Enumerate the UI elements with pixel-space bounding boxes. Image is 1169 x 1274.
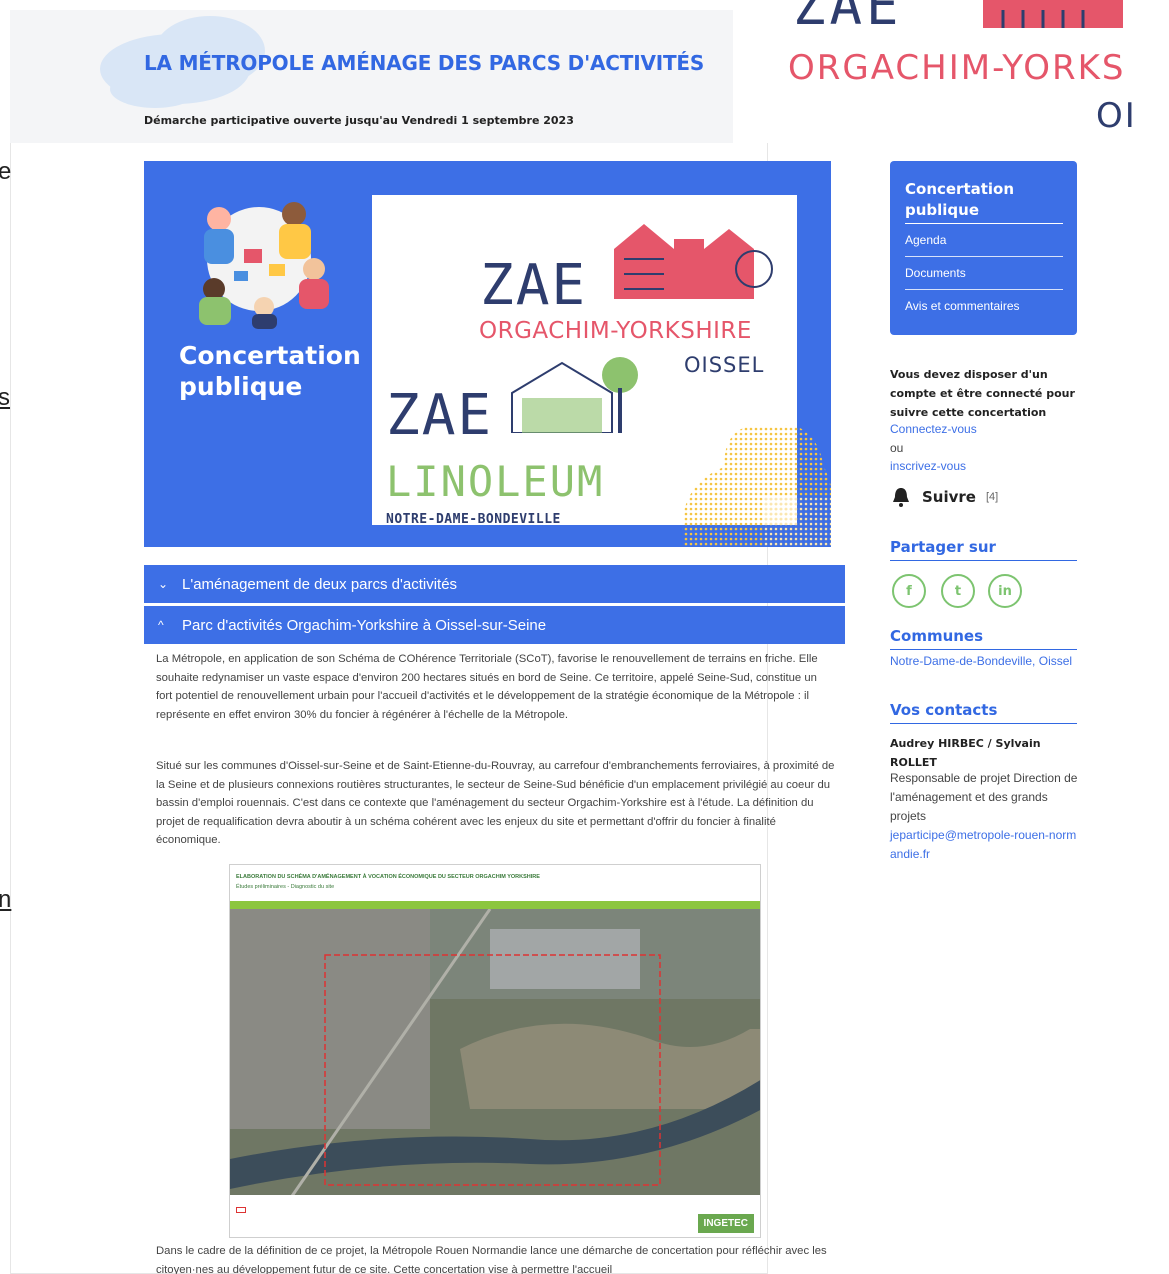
card-zae-text-2: ZAE bbox=[386, 383, 494, 448]
chevron-up-icon: ^ bbox=[158, 618, 164, 632]
facebook-icon[interactable]: f bbox=[892, 574, 926, 608]
clipped-link-fragment[interactable]: s bbox=[0, 384, 10, 412]
hero-heading-line2: publique bbox=[179, 372, 303, 401]
logo-oissel-text: OI bbox=[1096, 96, 1137, 136]
map-green-bar bbox=[230, 901, 760, 909]
concertation-nav-box: Concertation publique Agenda Documents A… bbox=[890, 161, 1077, 335]
hero-banner: Concertation publique ZAE ORGACHIM-YORKS… bbox=[144, 161, 831, 547]
body-paragraph: Situé sur les communes d'Oissel-sur-Sein… bbox=[156, 760, 835, 846]
yellow-dots-decoration bbox=[682, 425, 831, 547]
follow-count: [4] bbox=[985, 491, 999, 503]
card-oissel-text: OISSEL bbox=[684, 353, 765, 377]
cloud-decoration bbox=[110, 70, 200, 108]
card-linoleum-text: LINOLEUM bbox=[386, 457, 605, 506]
page-title: LA MÉTROPOLE AMÉNAGE DES PARCS D'ACTIVIT… bbox=[144, 51, 705, 75]
ingetec-logo: INGETEC bbox=[697, 1214, 754, 1233]
or-text: ou bbox=[890, 441, 904, 455]
register-link[interactable]: inscrivez-vous bbox=[890, 459, 966, 473]
aerial-map-image: ELABORATION DU SCHÉMA D'AMÉNAGEMENT À VO… bbox=[229, 864, 761, 1238]
hero-heading: Concertation publique bbox=[179, 340, 361, 402]
nav-link-documents[interactable]: Documents bbox=[905, 257, 1063, 290]
contact-email-link[interactable]: jeparticipe@metropole-rouen-normandie.fr bbox=[890, 826, 1080, 864]
contact-role: Responsable de projet Direction de l'amé… bbox=[890, 771, 1078, 823]
nav-link-avis[interactable]: Avis et commentaires bbox=[905, 290, 1063, 322]
follow-label: Suivre bbox=[922, 488, 976, 506]
accordion-item-orgachim[interactable]: ^ Parc d'activités Orgachim-Yorkshire à … bbox=[144, 606, 845, 644]
accordion-label: L'aménagement de deux parcs d'activités bbox=[182, 575, 458, 593]
card-notre-dame-text: NOTRE-DAME-BONDEVILLE bbox=[386, 512, 561, 527]
twitter-icon[interactable]: t bbox=[941, 574, 975, 608]
legend-swatch bbox=[236, 1207, 246, 1213]
contacts-section-title: Vos contacts bbox=[890, 701, 1077, 724]
logo-zae-text: ZAE bbox=[793, 0, 903, 37]
communes-links[interactable]: Notre-Dame-de-Bondeville, Oissel bbox=[890, 652, 1080, 671]
clipped-link-fragment[interactable]: n bbox=[0, 886, 11, 914]
hero-heading-line1: Concertation bbox=[179, 341, 361, 370]
map-legend: INGETEC bbox=[230, 1195, 760, 1237]
logo-orgachim-text: ORGACHIM-YORKS bbox=[788, 48, 1126, 88]
body-paragraph: La Métropole, en application de son Sché… bbox=[156, 653, 818, 721]
people-illustration bbox=[199, 202, 329, 329]
map-subtitle: Études préliminaires - Diagnostic du sit… bbox=[236, 884, 335, 890]
green-house-icon bbox=[511, 357, 638, 433]
share-section-title: Partager sur bbox=[890, 538, 1077, 561]
nav-box-title: Concertation publique bbox=[905, 179, 1063, 224]
card-orgachim-text: ORGACHIM-YORKSHIRE bbox=[479, 318, 752, 344]
zae-logo-fragment: ZAE ORGACHIM-YORKS OI bbox=[733, 0, 1169, 143]
house-logo-icon bbox=[983, 0, 1123, 28]
contact-name: Audrey HIRBEC / Sylvain ROLLET bbox=[890, 737, 1041, 769]
follow-button[interactable]: Suivre [4] bbox=[890, 486, 998, 508]
accordion-label: Parc d'activités Orgachim-Yorkshire à Oi… bbox=[182, 616, 547, 634]
bell-icon bbox=[893, 488, 909, 507]
card-zae-text: ZAE bbox=[480, 253, 588, 318]
accordion-item-amenagement[interactable]: ⌄ L'aménagement de deux parcs d'activité… bbox=[144, 565, 845, 603]
map-header: ELABORATION DU SCHÉMA D'AMÉNAGEMENT À VO… bbox=[230, 865, 760, 901]
chevron-down-icon: ⌄ bbox=[158, 577, 169, 591]
nav-link-agenda[interactable]: Agenda bbox=[905, 224, 1063, 257]
clipped-text-fragment: e bbox=[0, 158, 12, 185]
aerial-photo bbox=[230, 909, 760, 1199]
page-subtitle: Démarche participative ouverte jusqu'au … bbox=[144, 114, 574, 127]
body-paragraph: Dans le cadre de la définition de ce pro… bbox=[156, 1245, 827, 1274]
connect-link[interactable]: Connectez-vous bbox=[890, 422, 977, 436]
communes-section-title: Communes bbox=[890, 627, 1077, 650]
pink-houses-icon bbox=[614, 224, 773, 299]
map-title: ELABORATION DU SCHÉMA D'AMÉNAGEMENT À VO… bbox=[236, 874, 540, 880]
login-notice: Vous devez disposer d'un compte et être … bbox=[890, 368, 1075, 419]
linkedin-icon[interactable]: in bbox=[988, 574, 1022, 608]
